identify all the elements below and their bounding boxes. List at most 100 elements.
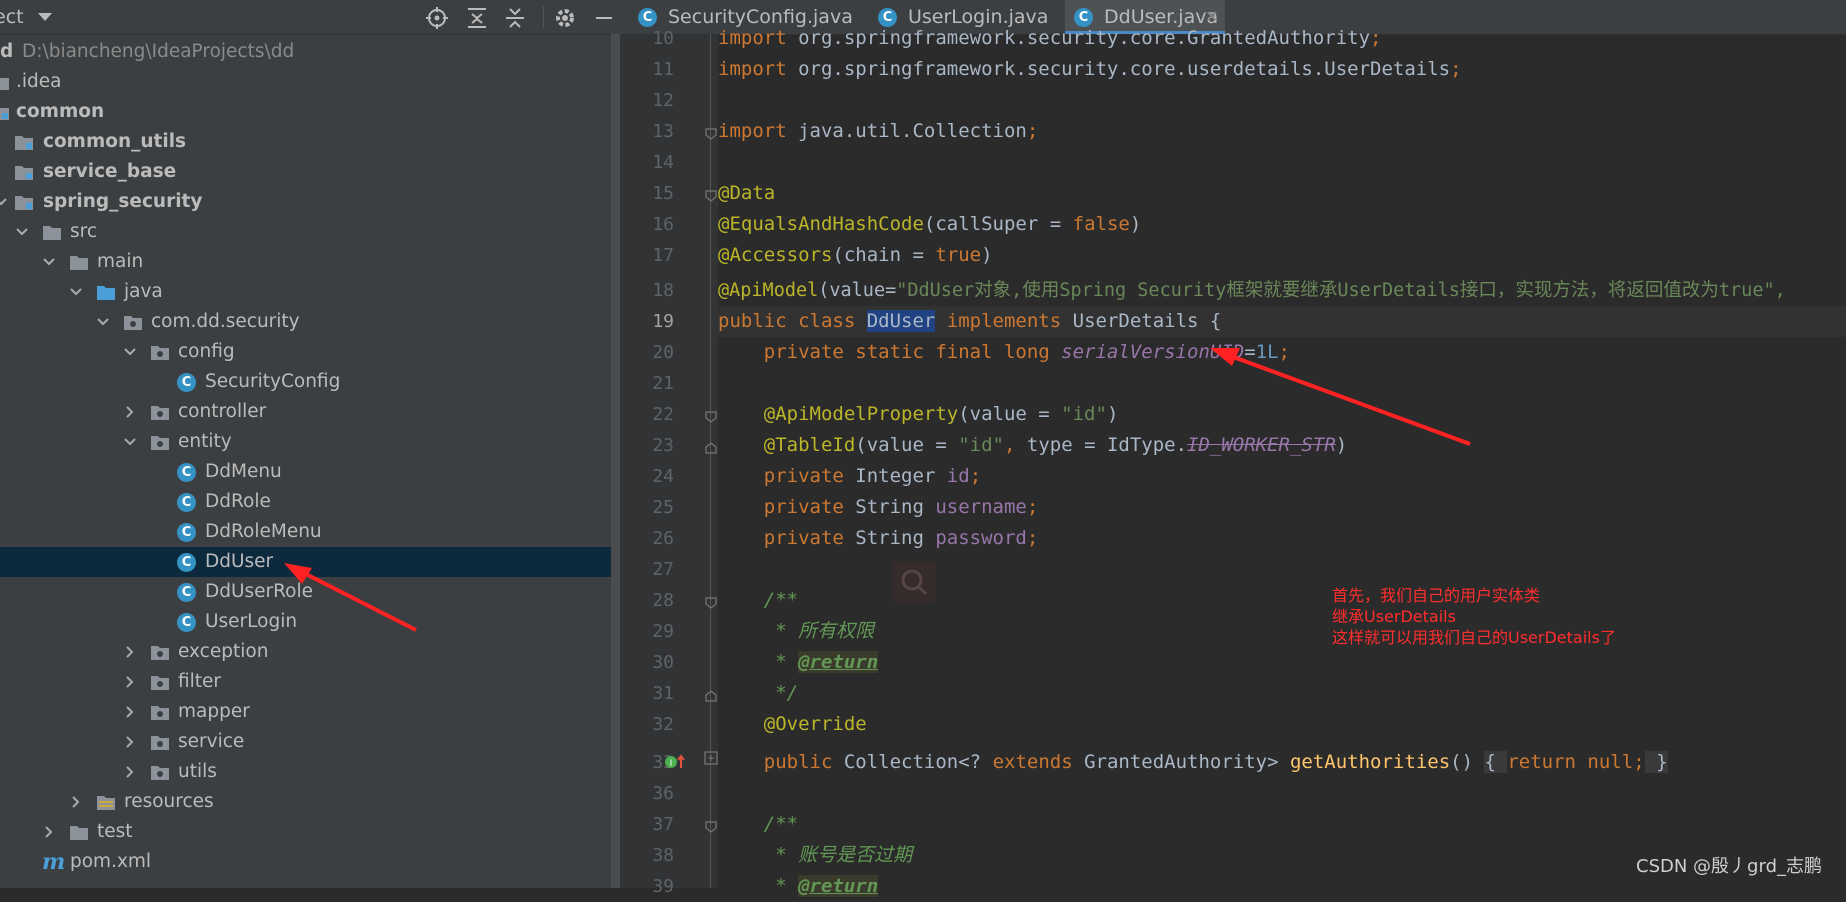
- tree-row-package[interactable]: com.dd.security: [0, 307, 620, 337]
- chevron-down-icon[interactable]: [69, 277, 83, 307]
- annotation: @Accessors: [718, 244, 833, 266]
- keyword: public: [718, 751, 844, 773]
- chevron-down-icon[interactable]: [0, 187, 8, 217]
- tree-row-filter[interactable]: filter: [0, 667, 620, 697]
- string-literal: "id": [958, 434, 1004, 456]
- tree-row-idea[interactable]: .idea: [0, 67, 620, 97]
- chevron-right-icon[interactable]: [42, 817, 56, 847]
- tree-row-mapper[interactable]: mapper: [0, 697, 620, 727]
- chevron-down-icon[interactable]: [38, 12, 52, 22]
- javadoc: /**: [718, 813, 799, 835]
- source-folder-icon: [97, 286, 115, 300]
- tree-row-pom[interactable]: m pom.xml: [0, 847, 620, 877]
- class-icon: C: [177, 583, 196, 602]
- gear-icon[interactable]: [553, 6, 577, 30]
- chevron-right-icon[interactable]: [123, 757, 137, 787]
- class-name-highlight[interactable]: DdUser: [866, 310, 936, 332]
- project-scrollbar[interactable]: [611, 34, 620, 888]
- tree-row-entity[interactable]: entity: [0, 427, 620, 457]
- javadoc: *: [718, 875, 799, 897]
- fold-icon[interactable]: [704, 441, 718, 455]
- tree-row-src[interactable]: src: [0, 217, 620, 247]
- tree-row-dduserrole[interactable]: C DdUserRole: [0, 577, 620, 607]
- annotation: @ApiModel: [718, 280, 819, 301]
- tree-row-common[interactable]: common: [0, 97, 620, 127]
- tree-label: DdRole: [205, 491, 271, 512]
- tree-row-exception[interactable]: exception: [0, 637, 620, 667]
- line-number: 16: [652, 214, 674, 235]
- tree-row-service-base[interactable]: service_base: [0, 157, 620, 187]
- maven-icon: m: [42, 849, 66, 875]
- chevron-right-icon[interactable]: [123, 697, 137, 727]
- chevron-down-icon[interactable]: [15, 217, 29, 247]
- folded-brace[interactable]: }: [1644, 751, 1668, 773]
- tree-row-userlogin[interactable]: C UserLogin: [0, 607, 620, 637]
- tree-row-ddrolemenu[interactable]: C DdRoleMenu: [0, 517, 620, 547]
- tree-row-spring-security[interactable]: spring_security: [0, 187, 620, 217]
- code-text: UserDetails {: [1072, 310, 1222, 332]
- javadoc: *: [718, 651, 799, 673]
- chevron-down-icon[interactable]: [96, 307, 110, 337]
- keyword: import: [718, 58, 787, 80]
- minimize-icon[interactable]: [592, 6, 616, 30]
- tree-row-dduser[interactable]: C DdUser: [0, 547, 620, 577]
- code-text: (value =: [958, 403, 1062, 425]
- tree-row-ddmenu[interactable]: C DdMenu: [0, 457, 620, 487]
- annotation: @ApiModelProperty: [718, 403, 959, 425]
- tree-row-test[interactable]: test: [0, 817, 620, 847]
- project-panel-header: ect: [0, 0, 620, 35]
- collapse-all-icon[interactable]: [503, 6, 527, 30]
- implements-marker-icon[interactable]: I: [664, 753, 686, 771]
- expand-all-icon[interactable]: [465, 6, 489, 30]
- chevron-right-icon[interactable]: [123, 397, 137, 427]
- tree-row-common-utils[interactable]: common_utils: [0, 127, 620, 157]
- package-icon: [151, 766, 169, 780]
- tree-row-controller[interactable]: controller: [0, 397, 620, 427]
- comma: ,: [1004, 434, 1027, 456]
- tree-row-utils[interactable]: utils: [0, 757, 620, 787]
- chevron-down-icon[interactable]: [123, 427, 137, 457]
- tree-row-resources[interactable]: resources: [0, 787, 620, 817]
- tree-row-service[interactable]: service: [0, 727, 620, 757]
- tree-row-config[interactable]: config: [0, 337, 620, 367]
- tree-label: mapper: [178, 701, 250, 722]
- chevron-down-icon[interactable]: [123, 337, 137, 367]
- fold-icon[interactable]: [704, 596, 718, 610]
- locate-icon[interactable]: [425, 6, 449, 30]
- type-name: String: [855, 496, 936, 518]
- fold-icon[interactable]: [704, 689, 718, 703]
- chevron-right-icon[interactable]: [123, 667, 137, 697]
- field-name: password: [935, 527, 1027, 549]
- tree-row-main[interactable]: main: [0, 247, 620, 277]
- semicolon: ;: [969, 465, 982, 487]
- fold-icon[interactable]: [704, 410, 718, 424]
- code-text: org.springframework.security.core.userde…: [786, 58, 1451, 80]
- expand-fold-icon[interactable]: [704, 751, 718, 765]
- chevron-down-icon[interactable]: [42, 247, 56, 277]
- javadoc-tag: @return: [798, 651, 879, 673]
- line-number: 31: [652, 683, 674, 704]
- tree-row-root[interactable]: d D:\biancheng\IdeaProjects\dd: [0, 37, 620, 67]
- tree-label: src: [70, 221, 98, 242]
- chevron-right-icon[interactable]: [69, 787, 83, 817]
- keyword: private: [718, 465, 856, 487]
- tree-row-java[interactable]: java: [0, 277, 620, 307]
- chevron-right-icon[interactable]: [123, 637, 137, 667]
- fold-icon[interactable]: [704, 127, 718, 141]
- annotation: @TableId: [718, 434, 856, 456]
- line-number: 18: [652, 280, 674, 301]
- fold-icon[interactable]: [704, 189, 718, 203]
- fold-icon[interactable]: [704, 820, 718, 834]
- tree-row-securityconfig[interactable]: C SecurityConfig: [0, 367, 620, 397]
- chevron-right-icon[interactable]: [123, 727, 137, 757]
- field-name: username: [935, 496, 1027, 518]
- code-line-28: /**: [718, 585, 798, 616]
- tree-row-ddrole[interactable]: C DdRole: [0, 487, 620, 517]
- code-line-38: * 账号是否过期: [718, 840, 912, 871]
- folded-brace[interactable]: {: [1484, 751, 1508, 773]
- code-text: org.springframework.security.core.Grante…: [786, 27, 1371, 49]
- header-divider: [543, 6, 544, 28]
- package-icon: [151, 676, 169, 690]
- project-view-title[interactable]: ect: [0, 6, 24, 28]
- svg-text:I: I: [670, 759, 673, 769]
